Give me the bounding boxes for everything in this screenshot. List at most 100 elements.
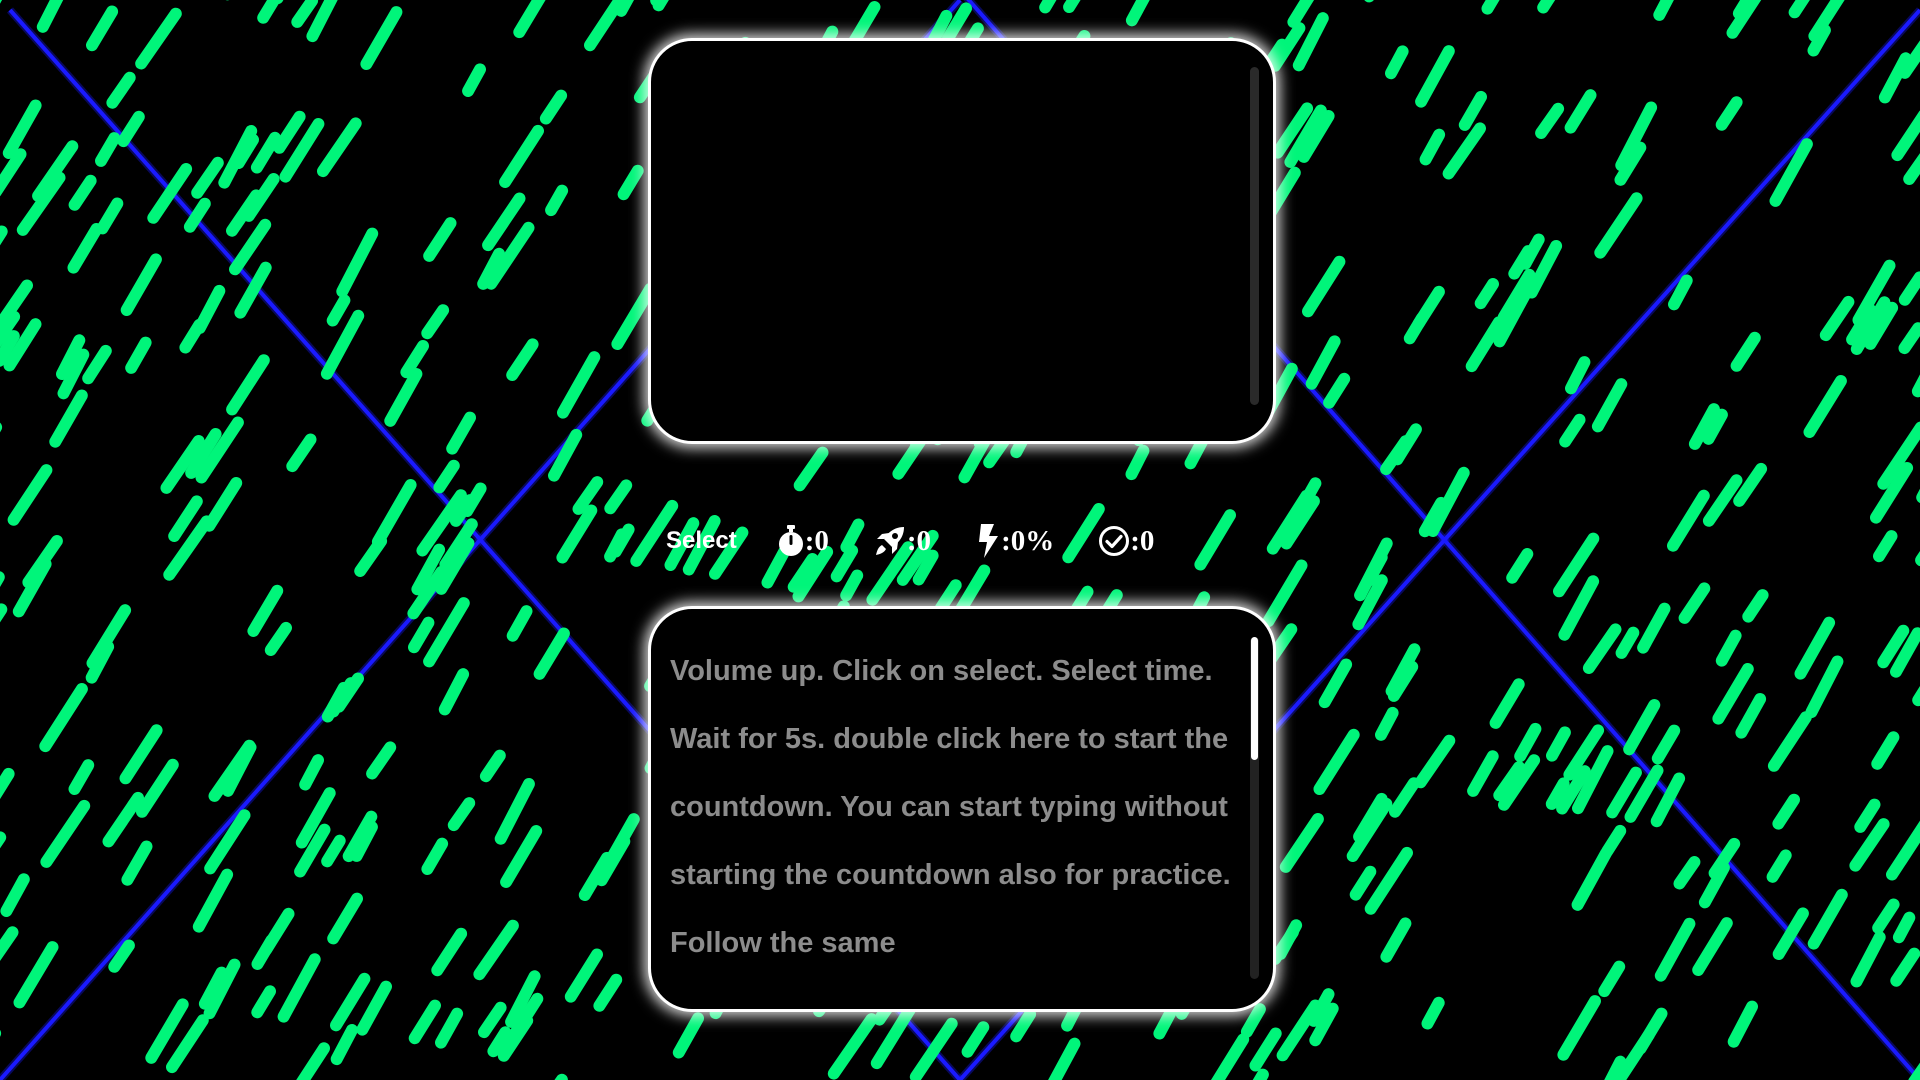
rain-streak xyxy=(1412,285,1445,330)
typing-input-panel[interactable]: Volume up. Click on select. Select time.… xyxy=(648,606,1276,1012)
rain-streak xyxy=(384,368,423,427)
rain-streak xyxy=(1651,724,1681,765)
rain-streak xyxy=(1125,0,1150,27)
rain-streak xyxy=(1601,824,1627,858)
input-scrollbar-thumb[interactable] xyxy=(1251,637,1258,760)
rain-streak xyxy=(1262,559,1308,628)
rain-streak xyxy=(193,284,226,334)
rain-streak xyxy=(0,767,15,800)
rain-streak xyxy=(96,197,124,235)
rain-streak xyxy=(0,148,27,197)
rain-streak xyxy=(1419,128,1446,166)
rain-streak xyxy=(1194,509,1236,571)
text-display-panel xyxy=(648,38,1276,444)
rain-streak xyxy=(1819,295,1855,342)
rain-streak xyxy=(1391,423,1422,466)
rain-streak xyxy=(1279,813,1324,873)
rain-streak xyxy=(7,464,53,526)
rain-streak xyxy=(1302,255,1346,318)
rain-streak xyxy=(95,132,121,167)
rain-streak xyxy=(1276,999,1322,1062)
rain-streak xyxy=(120,253,162,316)
rain-streak xyxy=(556,504,598,564)
rain-streak xyxy=(1313,728,1360,795)
rain-streak xyxy=(506,605,533,642)
select-time-button[interactable]: Select xyxy=(666,527,737,555)
rain-streak xyxy=(1571,847,1612,911)
rain-streak xyxy=(1269,926,1299,965)
rain-streak xyxy=(961,1021,990,1058)
rain-streak xyxy=(1908,1062,1920,1080)
rain-streak xyxy=(1558,575,1600,641)
rain-streak xyxy=(499,124,544,188)
rain-streak xyxy=(327,892,363,945)
rain-streak xyxy=(446,411,476,455)
rain-streak xyxy=(438,668,470,716)
rain-streak xyxy=(1805,655,1844,718)
rain-streak xyxy=(203,477,243,532)
rain-streak xyxy=(264,621,292,656)
rain-streak xyxy=(500,825,543,888)
rain-streak xyxy=(1872,898,1900,934)
stats-bar: Select :0 :0:0%:0 xyxy=(666,516,1154,566)
rain-streak xyxy=(68,759,95,795)
rain-streak xyxy=(1240,1003,1266,1038)
display-scrollbar[interactable] xyxy=(1250,67,1259,405)
rain-streak xyxy=(1730,331,1761,372)
rain-streak xyxy=(1604,1055,1627,1080)
instructions-placeholder[interactable]: Volume up. Click on select. Select time.… xyxy=(670,637,1238,977)
rain-streak xyxy=(286,433,317,473)
rain-streak xyxy=(423,217,457,262)
input-scrollbar[interactable] xyxy=(1250,637,1259,979)
rain-streak xyxy=(1506,548,1534,584)
rain-streak xyxy=(473,919,519,981)
rain-streak xyxy=(296,1042,330,1080)
rain-streak xyxy=(1535,102,1565,139)
rain-streak xyxy=(1623,699,1661,756)
rain-streak xyxy=(371,479,417,548)
rain-streak xyxy=(1474,278,1499,310)
rain-streak xyxy=(251,934,278,970)
rain-streak xyxy=(336,227,379,298)
check-circle-icon xyxy=(1098,525,1130,557)
rain-streak xyxy=(1546,726,1571,762)
rain-streak xyxy=(1467,750,1499,797)
rain-streak xyxy=(356,980,392,1036)
rain-streak xyxy=(2,99,42,159)
rain-streak xyxy=(793,446,829,492)
rain-streak xyxy=(421,304,450,340)
rain-streak xyxy=(421,837,449,875)
rain-streak xyxy=(1481,0,1500,15)
rain-streak xyxy=(1733,462,1768,507)
rain-streak xyxy=(1898,322,1920,355)
rain-streak xyxy=(0,926,19,962)
speed-value: :0 xyxy=(906,524,932,557)
rain-streak xyxy=(125,336,152,374)
rain-streak xyxy=(1305,335,1341,390)
rain-streak xyxy=(306,0,338,43)
rain-streak xyxy=(117,110,145,148)
rain-streak xyxy=(431,927,468,977)
rain-streak xyxy=(135,7,182,70)
rain-streak xyxy=(317,117,362,178)
rain-streak xyxy=(1772,793,1800,830)
rain-streak xyxy=(1414,734,1456,789)
rain-streak xyxy=(1654,917,1696,982)
rain-streak xyxy=(0,873,30,917)
rain-streak xyxy=(1591,378,1628,433)
rain-streak xyxy=(1125,444,1150,481)
rain-streak xyxy=(572,476,604,515)
rain-streak xyxy=(330,972,371,1032)
rain-streak xyxy=(408,616,435,654)
rain-streak xyxy=(68,174,97,211)
rain-streak xyxy=(0,0,3,4)
rain-streak xyxy=(494,778,535,845)
rain-streak xyxy=(40,799,91,868)
rocket-icon xyxy=(873,524,907,558)
rain-streak xyxy=(652,0,669,12)
rain-streak xyxy=(1903,153,1920,185)
rain-streak xyxy=(1349,865,1377,901)
rain-streak xyxy=(1715,96,1743,131)
rain-streak xyxy=(327,677,357,718)
rain-streak xyxy=(617,164,644,201)
